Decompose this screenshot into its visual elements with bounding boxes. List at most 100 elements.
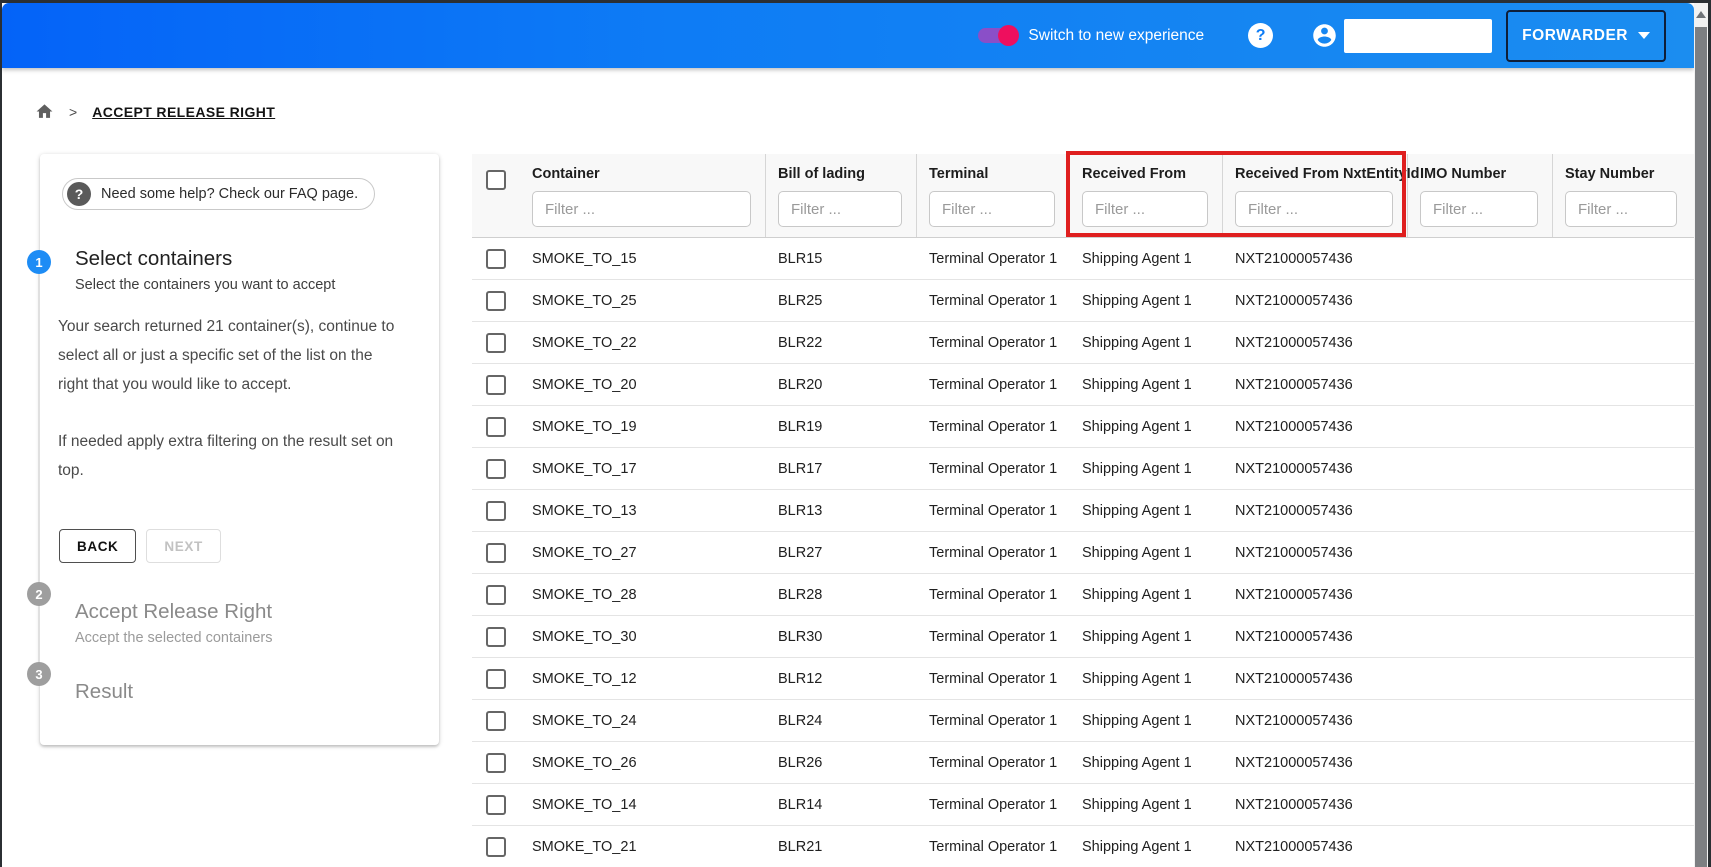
table-row[interactable]: SMOKE_TO_25 BLR25 Terminal Operator 1 Sh… [472,280,1711,322]
cell-stay-number [1553,700,1691,741]
breadcrumb-current-link[interactable]: ACCEPT RELEASE RIGHT [92,104,275,120]
row-checkbox-cell [472,700,520,741]
table-row[interactable]: SMOKE_TO_30 BLR30 Terminal Operator 1 Sh… [472,616,1711,658]
cell-terminal: Terminal Operator 1 [917,574,1070,615]
cell-received-from: Shipping Agent 1 [1070,490,1223,531]
browser-scrollbar[interactable] [1694,3,1708,867]
cell-imo-number [1408,490,1553,531]
cell-received-from-nxtentityid: NXT21000057436 [1223,742,1408,783]
cell-terminal: Terminal Operator 1 [917,448,1070,489]
cell-container: SMOKE_TO_26 [520,742,766,783]
cell-terminal: Terminal Operator 1 [917,784,1070,825]
cell-terminal: Terminal Operator 1 [917,364,1070,405]
cell-received-from: Shipping Agent 1 [1070,616,1223,657]
column-label-bill-of-lading[interactable]: Bill of lading [778,166,902,182]
row-checkbox[interactable] [486,459,506,479]
column-label-received-from-nxtentityid[interactable]: Received From NxtEntityId [1235,166,1393,182]
step-1-subtitle: Select the containers you want to accept [75,274,411,296]
faq-help-chip[interactable]: ? Need some help? Check our FAQ page. [62,178,375,210]
window-frame-top [0,0,1711,3]
table-row[interactable]: SMOKE_TO_28 BLR28 Terminal Operator 1 Sh… [472,574,1711,616]
row-checkbox[interactable] [486,417,506,437]
filter-input-container[interactable] [532,191,751,227]
filter-input-imo-number[interactable] [1420,191,1538,227]
cell-container: SMOKE_TO_14 [520,784,766,825]
row-checkbox[interactable] [486,837,506,857]
row-checkbox[interactable] [486,501,506,521]
row-checkbox[interactable] [486,753,506,773]
faq-chip-label: Need some help? Check our FAQ page. [101,186,358,202]
column-label-received-from[interactable]: Received From [1082,166,1208,182]
help-icon[interactable]: ? [1248,23,1273,48]
cell-container: SMOKE_TO_17 [520,448,766,489]
column-label-terminal[interactable]: Terminal [929,166,1055,182]
cell-container: SMOKE_TO_22 [520,322,766,363]
cell-container: SMOKE_TO_30 [520,616,766,657]
step-1-header: Select containers Select the containers … [75,246,411,296]
cell-container: SMOKE_TO_28 [520,574,766,615]
column-label-container[interactable]: Container [532,166,751,182]
row-checkbox[interactable] [486,249,506,269]
cell-received-from: Shipping Agent 1 [1070,658,1223,699]
column-label-imo-number[interactable]: IMO Number [1420,166,1538,182]
cell-received-from: Shipping Agent 1 [1070,280,1223,321]
cell-stay-number [1553,238,1691,279]
table-row[interactable]: SMOKE_TO_14 BLR14 Terminal Operator 1 Sh… [472,784,1711,826]
row-checkbox[interactable] [486,795,506,815]
new-experience-toggle[interactable] [978,28,1016,43]
filter-input-terminal[interactable] [929,191,1055,227]
home-icon[interactable] [35,102,54,121]
cell-received-from-nxtentityid: NXT21000057436 [1223,406,1408,447]
table-row[interactable]: SMOKE_TO_26 BLR26 Terminal Operator 1 Sh… [472,742,1711,784]
table-row[interactable]: SMOKE_TO_21 BLR21 Terminal Operator 1 Sh… [472,826,1711,867]
table-row[interactable]: SMOKE_TO_19 BLR19 Terminal Operator 1 Sh… [472,406,1711,448]
cell-received-from-nxtentityid: NXT21000057436 [1223,448,1408,489]
table-row[interactable]: SMOKE_TO_27 BLR27 Terminal Operator 1 Sh… [472,532,1711,574]
table-row[interactable]: SMOKE_TO_24 BLR24 Terminal Operator 1 Sh… [472,700,1711,742]
cell-received-from-nxtentityid: NXT21000057436 [1223,784,1408,825]
filter-input-received-from-nxtentityid[interactable] [1235,191,1393,227]
username-field[interactable] [1344,19,1492,53]
role-selector-button[interactable]: FORWARDER [1506,10,1666,62]
step-2-title: Accept Release Right [75,599,411,625]
row-checkbox[interactable] [486,711,506,731]
cell-stay-number [1553,616,1691,657]
next-button[interactable]: NEXT [146,529,220,563]
row-checkbox-cell [472,532,520,573]
select-all-cell [472,154,520,237]
cell-bill-of-lading: BLR22 [766,322,917,363]
cell-imo-number [1408,616,1553,657]
column-header-bill-of-lading: Bill of lading [766,154,917,237]
table-row[interactable]: SMOKE_TO_22 BLR22 Terminal Operator 1 Sh… [472,322,1711,364]
cell-received-from-nxtentityid: NXT21000057436 [1223,826,1408,867]
step-3-header: Result [75,679,411,705]
scroll-up-icon[interactable] [1696,11,1706,18]
table-row[interactable]: SMOKE_TO_12 BLR12 Terminal Operator 1 Sh… [472,658,1711,700]
column-label-stay-number[interactable]: Stay Number [1565,166,1677,182]
step-3-badge: 3 [27,662,51,686]
filter-input-received-from[interactable] [1082,191,1208,227]
back-button[interactable]: BACK [59,529,136,563]
table-row[interactable]: SMOKE_TO_17 BLR17 Terminal Operator 1 Sh… [472,448,1711,490]
select-all-checkbox[interactable] [486,170,506,190]
row-checkbox[interactable] [486,585,506,605]
cell-bill-of-lading: BLR30 [766,616,917,657]
filter-input-bill-of-lading[interactable] [778,191,902,227]
cell-received-from: Shipping Agent 1 [1070,784,1223,825]
table-row[interactable]: SMOKE_TO_15 BLR15 Terminal Operator 1 Sh… [472,238,1711,280]
row-checkbox-cell [472,616,520,657]
row-checkbox[interactable] [486,627,506,647]
cell-terminal: Terminal Operator 1 [917,826,1070,867]
table-row[interactable]: SMOKE_TO_20 BLR20 Terminal Operator 1 Sh… [472,364,1711,406]
cell-bill-of-lading: BLR13 [766,490,917,531]
row-checkbox[interactable] [486,333,506,353]
cell-stay-number [1553,322,1691,363]
account-icon[interactable] [1311,22,1338,49]
table-row[interactable]: SMOKE_TO_13 BLR13 Terminal Operator 1 Sh… [472,490,1711,532]
row-checkbox[interactable] [486,543,506,563]
row-checkbox[interactable] [486,375,506,395]
filter-input-stay-number[interactable] [1565,191,1677,227]
row-checkbox[interactable] [486,669,506,689]
scrollbar-thumb[interactable] [1695,27,1707,867]
row-checkbox[interactable] [486,291,506,311]
